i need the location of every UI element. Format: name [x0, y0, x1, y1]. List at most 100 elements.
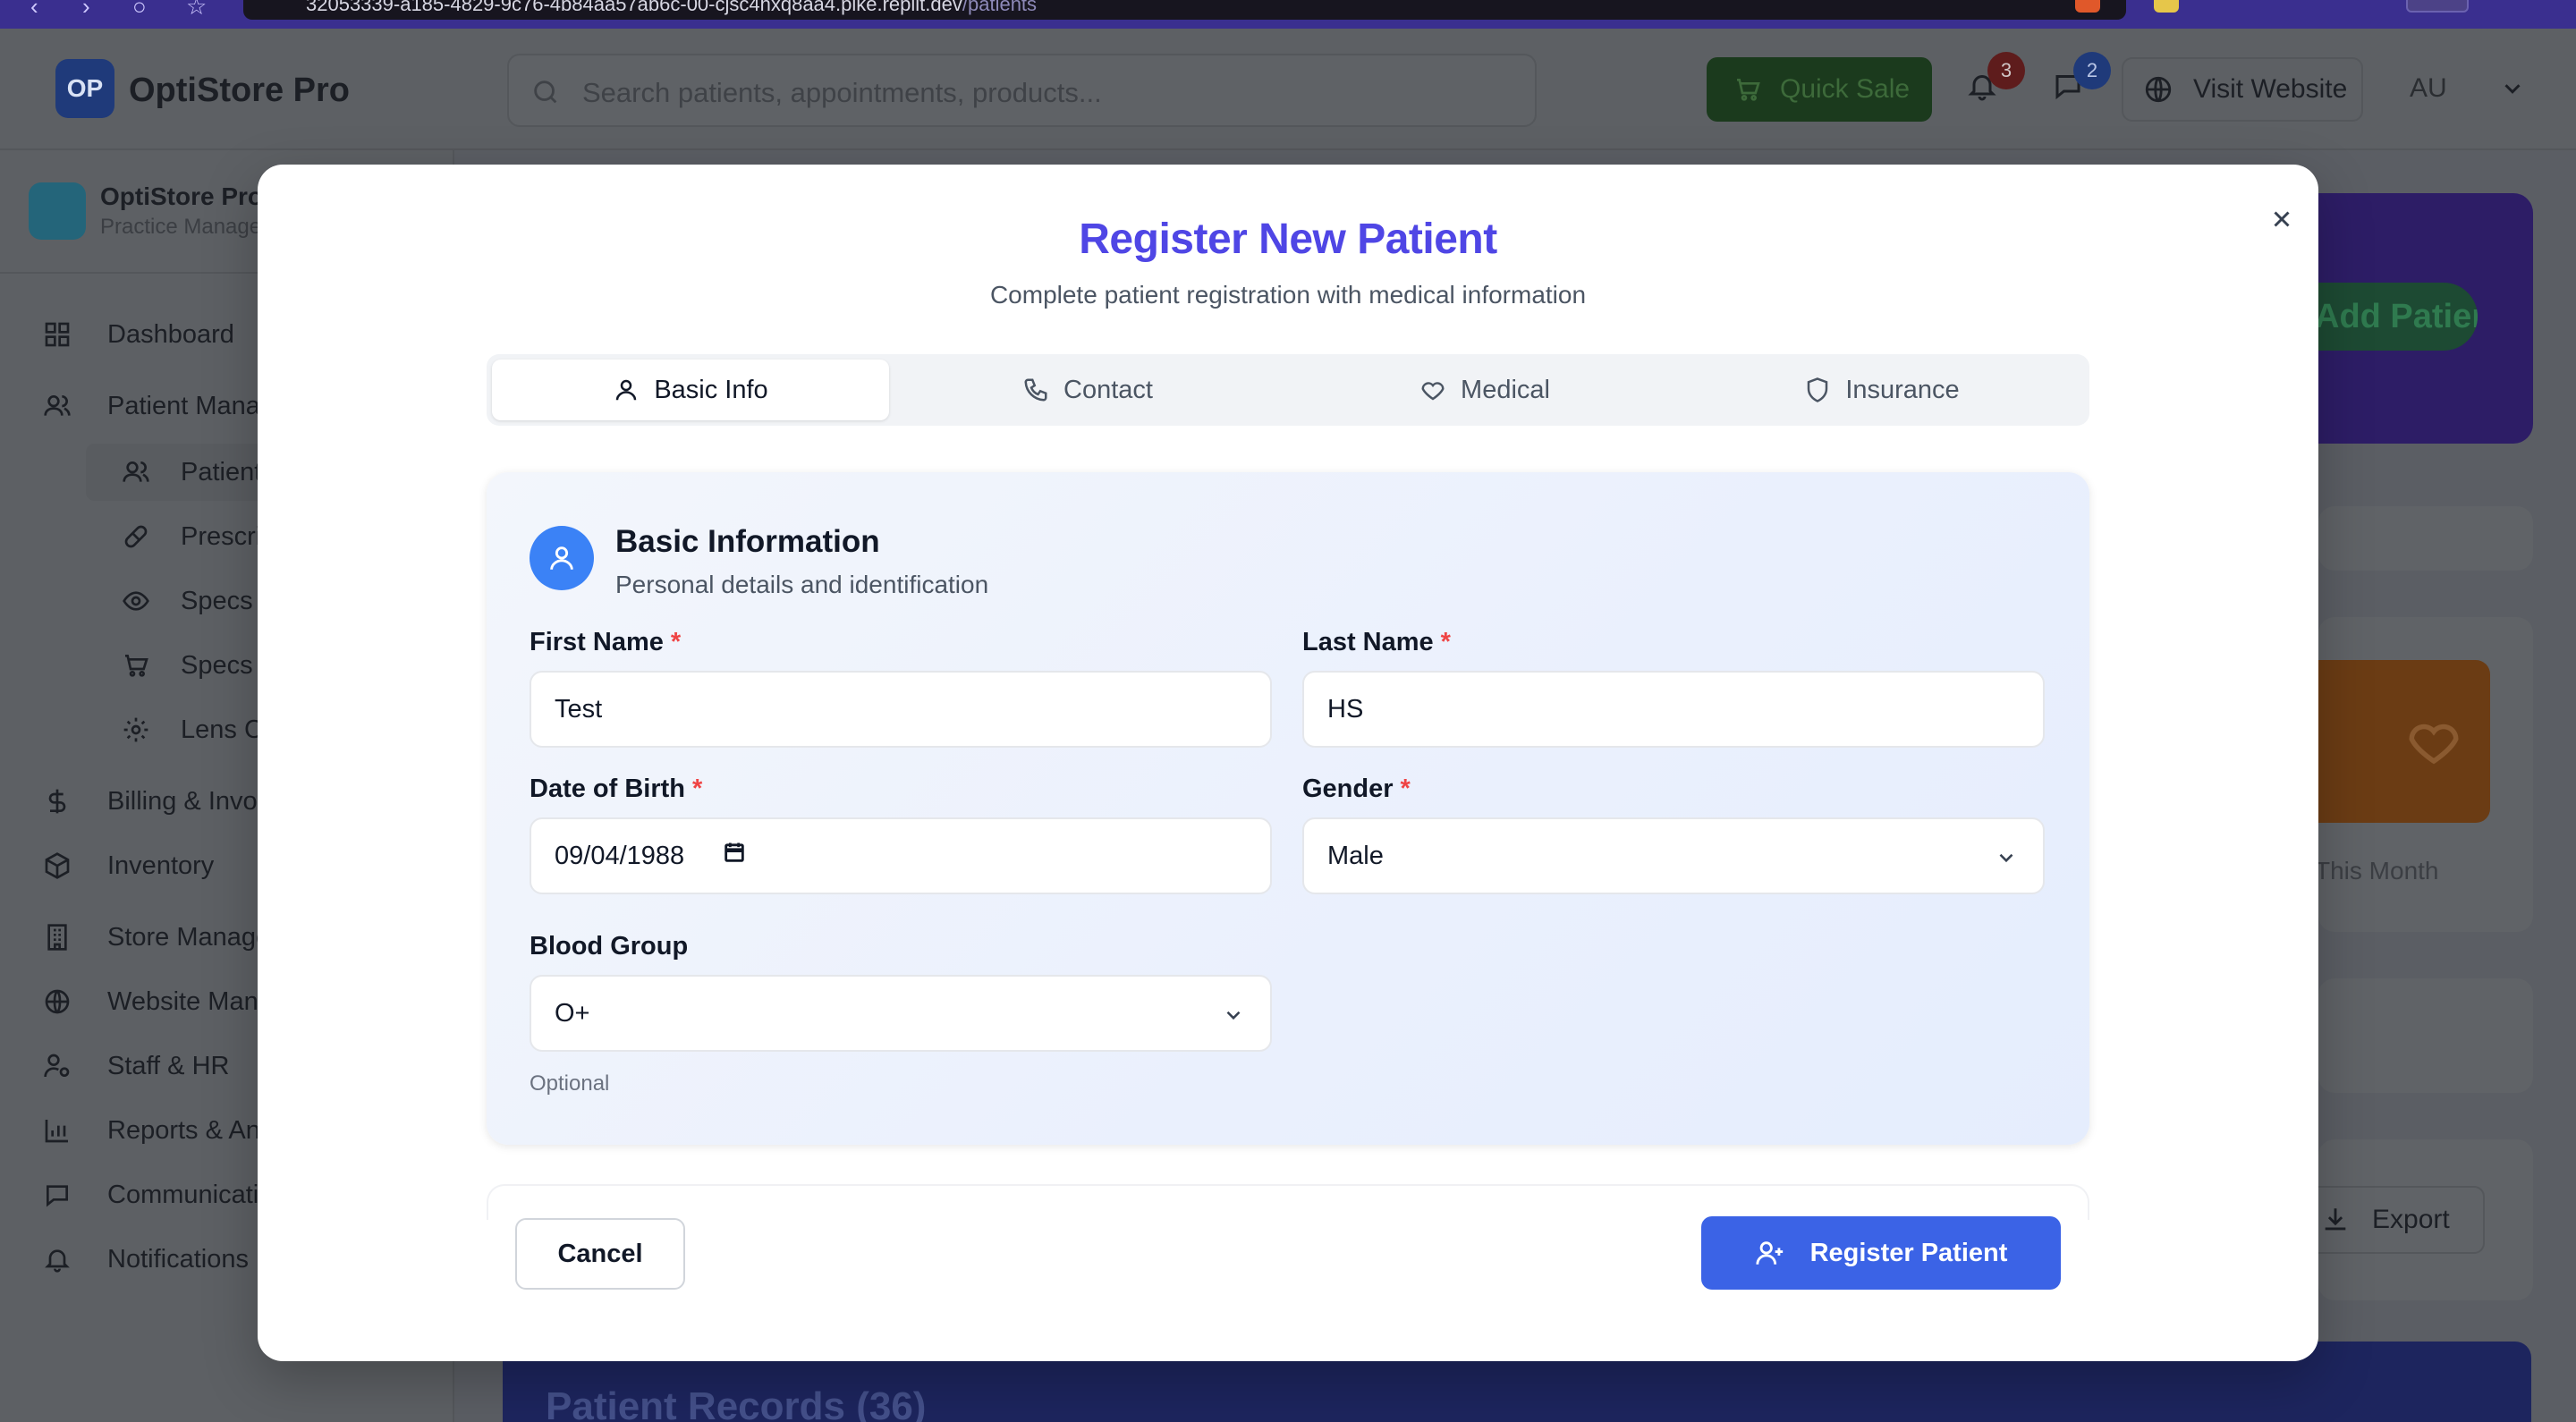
package-icon — [45, 852, 70, 879]
section-heading: Basic Information — [615, 524, 880, 559]
tab-label: Medical — [1461, 375, 1550, 404]
user-icon — [530, 526, 594, 590]
eye-logo-icon — [29, 182, 86, 240]
chevron-down-icon — [1222, 1003, 1245, 1034]
shield-icon — [1808, 377, 1828, 402]
dob-label: Date of Birth * — [530, 774, 703, 803]
profile-icon[interactable] — [2406, 0, 2469, 13]
download-icon — [2325, 1208, 2346, 1231]
bookmark-icon[interactable]: ☆ — [186, 0, 207, 21]
tab-label: Contact — [1063, 375, 1153, 404]
chevron-down-icon — [1995, 846, 2018, 876]
sidebar-item-label: Staff & HR — [107, 1051, 230, 1080]
gender-label: Gender * — [1302, 774, 1411, 803]
tab-insurance[interactable]: Insurance — [1683, 360, 2080, 420]
first-name-label: First Name * — [530, 628, 682, 656]
basic-information-section: Basic Information Personal details and i… — [487, 472, 2089, 1145]
sidebar-item-communication[interactable]: Communication — [43, 1177, 287, 1213]
sidebar-item-label: Notifications — [107, 1244, 249, 1274]
section-subheading: Personal details and identification — [615, 571, 989, 598]
calendar-icon[interactable] — [722, 840, 747, 872]
sidebar-item-notifications[interactable]: Notifications — [43, 1241, 249, 1277]
first-name-field[interactable]: Test — [530, 671, 1272, 748]
required-asterisk: * — [692, 774, 703, 803]
tab-label: Insurance — [1845, 375, 1960, 404]
last-name-field[interactable]: HS — [1302, 671, 2045, 748]
export-label: Export — [2372, 1205, 2450, 1234]
user-cog-icon — [44, 1054, 70, 1078]
first-name-value: Test — [555, 694, 603, 724]
sidebar-item-label: Inventory — [107, 851, 215, 880]
gender-select[interactable]: Male — [1302, 817, 2045, 894]
tab-contact[interactable]: Contact — [889, 360, 1286, 420]
globe-icon — [45, 989, 70, 1014]
users-icon — [123, 461, 149, 482]
dollar-icon — [48, 789, 66, 814]
search-icon — [530, 77, 561, 112]
visit-website-label: Visit Website — [2193, 74, 2348, 104]
search-placeholder: Search patients, appointments, products.… — [582, 77, 1102, 108]
heart-icon — [1421, 382, 1445, 401]
extension-icon[interactable] — [2154, 0, 2179, 13]
address-bar[interactable]: 32053339-a185-4829-9c76-4b84aa57ab6c-00-… — [243, 0, 2126, 20]
user-plus-icon — [1756, 1241, 1783, 1265]
sidebar-item-label: Dashboard — [107, 319, 234, 349]
footer-divider — [487, 1184, 2089, 1220]
tab-basic-info[interactable]: Basic Info — [492, 360, 889, 420]
gender-value: Male — [1327, 841, 1384, 870]
globe-icon — [2145, 76, 2172, 103]
tab-label: Basic Info — [654, 375, 768, 404]
sidebar-item-dashboard[interactable]: Dashboard — [43, 317, 234, 352]
sidebar-item-staff-hr[interactable]: Staff & HR — [43, 1048, 229, 1084]
required-asterisk: * — [1440, 628, 1451, 656]
dob-field[interactable]: 09/04/1988 — [530, 817, 1272, 894]
cart-icon — [125, 655, 148, 677]
dob-value: 09/04/1988 — [555, 841, 685, 870]
url-host: 32053339-a185-4829-9c76-4b84aa57ab6c-00-… — [306, 0, 962, 15]
sidebar-item-patients[interactable]: Patients — [122, 454, 275, 490]
app-header: OP OptiStore Pro Search patients, appoin… — [0, 29, 2576, 150]
app-logo: OP — [55, 59, 114, 118]
cancel-button[interactable]: Cancel — [515, 1218, 685, 1290]
sidebar-item-inventory[interactable]: Inventory — [43, 848, 214, 884]
patient-records-title: Patient Records (36) — [546, 1384, 927, 1422]
notifications-badge: 3 — [1987, 52, 2025, 89]
blood-group-select[interactable]: O+ — [530, 975, 1272, 1052]
last-name-value: HS — [1327, 694, 1364, 724]
registration-tabs: Basic Info Contact Medical Insurance — [487, 354, 2089, 426]
stat-card — [2304, 660, 2490, 823]
quick-sale-button[interactable]: Quick Sale — [1707, 57, 1932, 122]
phone-icon — [1024, 378, 1047, 402]
brave-shield-icon[interactable] — [2075, 0, 2100, 13]
register-patient-button[interactable]: Register Patient — [1701, 1216, 2061, 1290]
message-icon — [47, 1185, 68, 1207]
required-asterisk: * — [1400, 774, 1411, 803]
blood-group-label: Blood Group — [530, 932, 689, 961]
register-patient-modal: Register New Patient Complete patient re… — [258, 165, 2318, 1361]
building-icon — [47, 924, 67, 951]
quick-sale-label: Quick Sale — [1780, 74, 1911, 104]
pill-icon — [124, 525, 148, 548]
reload-icon[interactable]: ○ — [132, 0, 147, 21]
blood-group-value: O+ — [555, 998, 590, 1028]
export-button[interactable]: Export — [2304, 1186, 2485, 1254]
eye-icon — [123, 591, 149, 611]
chevron-down-icon[interactable] — [2499, 75, 2526, 106]
global-search-input[interactable]: Search patients, appointments, products.… — [507, 54, 1537, 127]
visit-website-button[interactable]: Visit Website — [2122, 57, 2363, 122]
add-patient-label: Add Patient — [2315, 298, 2478, 335]
app-name: OptiStore Pro — [129, 72, 351, 109]
heart-icon — [2409, 724, 2459, 765]
avatar[interactable]: AU — [2410, 73, 2447, 104]
forward-icon[interactable]: › — [82, 0, 90, 21]
back-icon[interactable]: ‹ — [30, 0, 38, 21]
search-bar-panel — [2318, 506, 2533, 571]
tab-medical[interactable]: Medical — [1286, 360, 1683, 420]
user-icon — [616, 379, 637, 401]
browser-toolbar: ‹ › ○ ☆ 32053339-a185-4829-9c76-4b84aa57… — [0, 0, 2576, 29]
bar-chart-icon — [45, 1120, 68, 1143]
url-path: /patients — [962, 0, 1038, 15]
bell-icon — [45, 1249, 70, 1273]
sidebar-brand-name: OptiStore Pro — [100, 182, 264, 210]
blood-group-hint: Optional — [530, 1071, 610, 1096]
